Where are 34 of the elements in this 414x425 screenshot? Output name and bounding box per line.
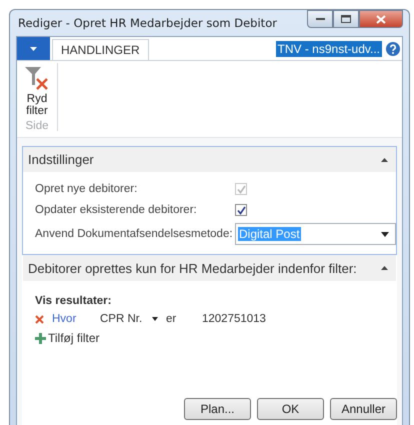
operator-text: er (166, 313, 178, 325)
section-header[interactable]: Debitorer oprettes kun for HR Medarbejder indenfor filter: (23, 255, 396, 281)
dialog-button[interactable]: Plan... (184, 398, 251, 420)
clear-filter-button[interactable]: Ryd filter (23, 65, 51, 117)
help-icon[interactable] (386, 42, 400, 56)
section-header[interactable]: Indstillinger (22, 146, 397, 172)
minimize-icon (316, 18, 324, 20)
group-label: Side (25, 120, 49, 132)
field-name[interactable]: CPR Nr. (100, 313, 152, 325)
field-label: Opdater eksisterende debitorer: (35, 204, 198, 216)
company-label[interactable]: TNV - ns9nst-udv... (276, 40, 382, 56)
dialog-button[interactable]: Annuller (330, 398, 397, 420)
filter-value[interactable]: 1202751013 (202, 313, 266, 325)
caret-icon[interactable] (381, 232, 389, 236)
maximize-button[interactable] (333, 10, 359, 28)
add-filter-button[interactable]: Tilføj filter (35, 331, 396, 345)
chevron-icon[interactable] (381, 158, 388, 162)
dialog-button[interactable]: OK (257, 398, 324, 420)
checkbox[interactable] (235, 204, 247, 216)
remove-icon[interactable] (35, 314, 44, 324)
where-link[interactable]: Hvor (52, 313, 100, 325)
close-button[interactable] (359, 10, 403, 28)
plus-icon (35, 332, 46, 344)
caret-icon[interactable] (152, 317, 158, 321)
minimize-button[interactable] (307, 10, 333, 28)
chevron-icon[interactable] (381, 266, 388, 270)
maximize-icon (341, 15, 351, 23)
caret-icon (30, 46, 37, 50)
field-label: Anvend Dokumentafsendelsesmetode: (35, 228, 234, 240)
close-icon (376, 14, 386, 24)
ribbon-tab[interactable]: HANDLINGER (52, 39, 149, 60)
window-title: Rediger - Opret HR Medarbejder som Debitor (17, 16, 277, 30)
field-label: Opret nye debitorer: (35, 183, 138, 195)
filter-heading: Vis resultater: (35, 295, 112, 307)
